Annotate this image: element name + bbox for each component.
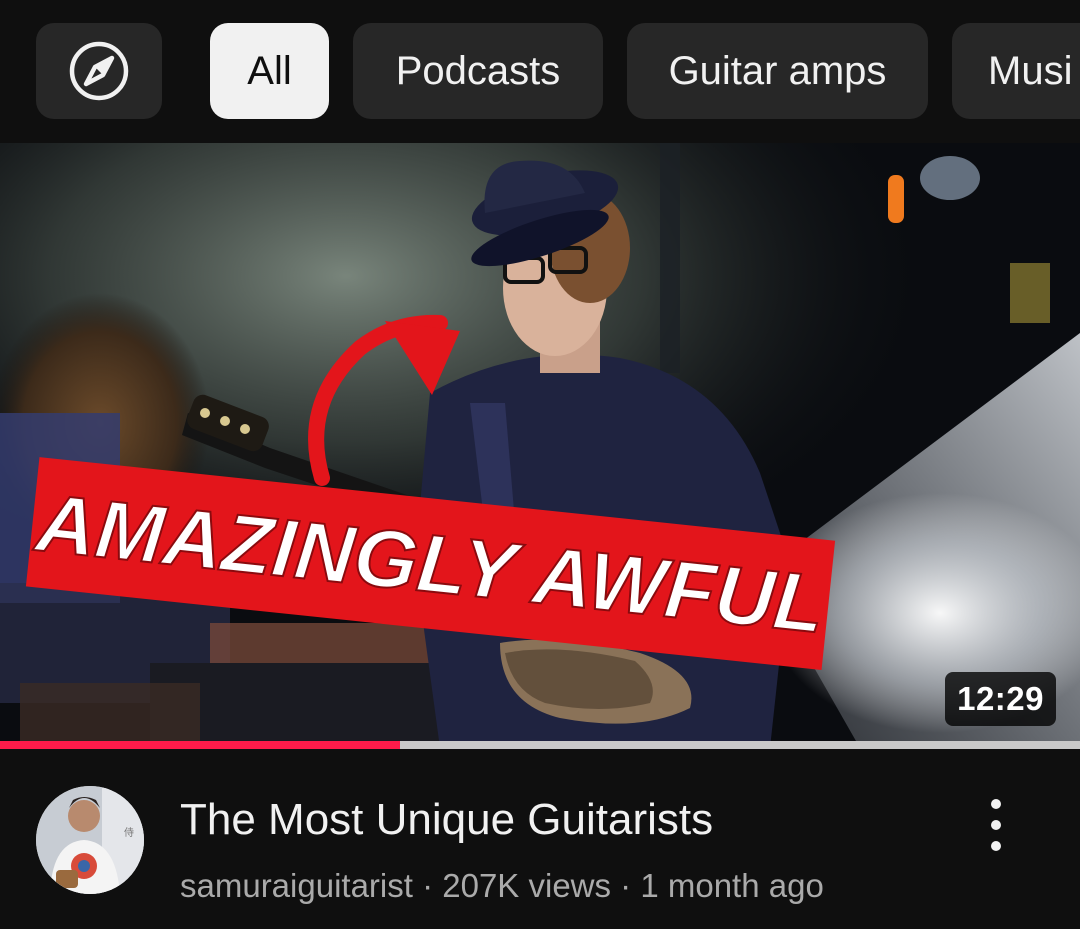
explore-button[interactable] [36, 23, 162, 119]
video-title[interactable]: The Most Unique Guitarists [180, 795, 713, 845]
video-metadata: 侍 The Most Unique Guitarists samuraiguit… [0, 749, 1080, 929]
chip-guitar-amps[interactable]: Guitar amps [627, 23, 928, 119]
upload-age: 1 month ago [640, 867, 824, 904]
channel-avatar[interactable]: 侍 [36, 786, 144, 894]
more-vert-icon[interactable] [976, 793, 1016, 857]
avatar-image: 侍 [36, 786, 144, 894]
watch-progress-bar [0, 741, 1080, 749]
compass-icon [69, 41, 129, 101]
kebab-dot [991, 820, 1001, 830]
chip-all[interactable]: All [210, 23, 329, 119]
filter-chip-bar: All Podcasts Guitar amps Musi [0, 0, 1080, 143]
separator: · [412, 867, 443, 904]
kebab-dot [991, 841, 1001, 851]
channel-name[interactable]: samuraiguitarist [180, 867, 413, 904]
duration-badge: 12:29 [945, 672, 1056, 726]
view-count: 207K views [442, 867, 612, 904]
svg-text:侍: 侍 [124, 827, 134, 839]
thumbnail-image: AMAZINGLY AWFUL [0, 143, 1080, 748]
chip-podcasts[interactable]: Podcasts [353, 23, 603, 119]
video-subline: samuraiguitarist · 207K views · 1 month … [180, 867, 824, 905]
kebab-dot [991, 799, 1001, 809]
video-thumbnail[interactable]: AMAZINGLY AWFUL 12:29 [0, 143, 1080, 748]
separator: · [611, 867, 641, 904]
chip-music[interactable]: Musi [952, 23, 1080, 119]
watch-progress-fill [0, 741, 400, 749]
